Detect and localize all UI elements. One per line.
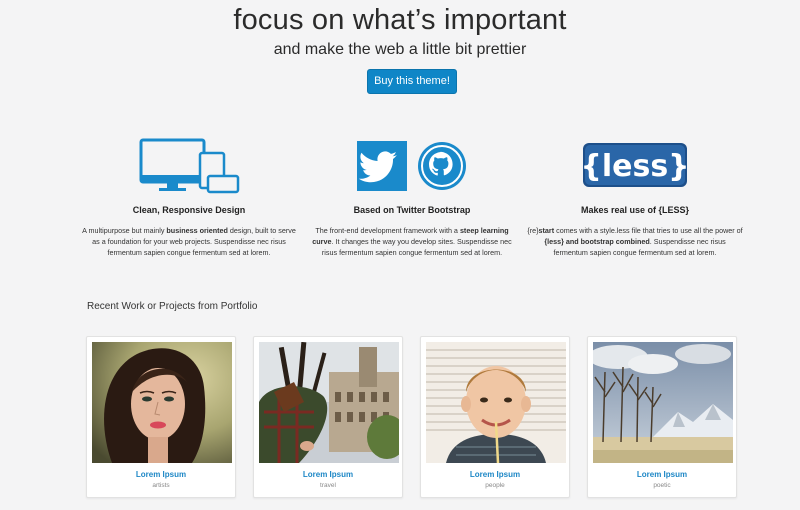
- feature-text: {re}start comes with a style.less file t…: [527, 226, 743, 258]
- portfolio-card[interactable]: Lorem Ipsum travel: [253, 336, 403, 498]
- feature-title: Based on Twitter Bootstrap: [353, 205, 471, 215]
- portfolio-item-tag: people: [485, 482, 505, 489]
- portfolio-item-tag: travel: [320, 482, 336, 489]
- feature-title: Clean, Responsive Design: [132, 205, 246, 215]
- buy-theme-button[interactable]: Buy this theme!: [367, 69, 457, 94]
- feature-text: A multipurpose but mainly business orien…: [82, 226, 296, 258]
- less-icon: {less}: [525, 137, 745, 195]
- portfolio-card[interactable]: Lorem Ipsum artists: [86, 336, 236, 498]
- feature-less: {less} Makes real use of {LESS} {re}star…: [525, 137, 745, 259]
- portfolio-item-tag: poetic: [653, 482, 671, 489]
- hero-title: focus on what’s important: [233, 4, 567, 36]
- portfolio-item-title[interactable]: Lorem Ipsum: [87, 470, 235, 480]
- portfolio-thumbnail-people: [426, 342, 566, 463]
- portfolio-item-title[interactable]: Lorem Ipsum: [421, 470, 569, 480]
- portfolio-item-title[interactable]: Lorem Ipsum: [588, 470, 736, 480]
- twitter-github-icon: [302, 137, 522, 195]
- portfolio-thumbnail-artists: [92, 342, 232, 463]
- portfolio-heading: Recent Work or Projects from Portfolio: [87, 301, 258, 312]
- devices-icon: [79, 137, 299, 195]
- less-logo-text: {less}: [580, 149, 689, 184]
- hero-subtitle: and make the web a little bit prettier: [273, 41, 527, 58]
- portfolio-card[interactable]: Lorem Ipsum people: [420, 336, 570, 498]
- portfolio-thumbnail-travel: [259, 342, 399, 463]
- feature-text: The front-end development framework with…: [312, 226, 512, 258]
- portfolio-item-title[interactable]: Lorem Ipsum: [254, 470, 402, 480]
- feature-title: Makes real use of {LESS}: [580, 205, 690, 215]
- feature-bootstrap: Based on Twitter Bootstrap The front-end…: [302, 137, 522, 259]
- portfolio-thumbnail-poetic: [593, 342, 733, 463]
- portfolio-card[interactable]: Lorem Ipsum poetic: [587, 336, 737, 498]
- portfolio-item-tag: artists: [152, 482, 170, 489]
- feature-responsive: Clean, Responsive Design A multipurpose …: [79, 137, 299, 259]
